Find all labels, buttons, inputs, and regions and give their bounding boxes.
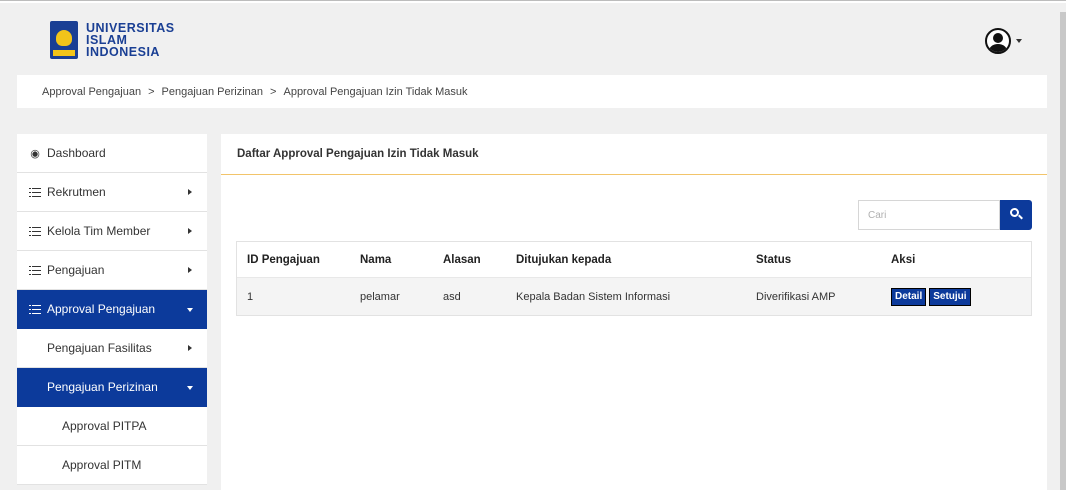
tachometer-icon: ◉ bbox=[30, 147, 40, 160]
detail-button[interactable]: Detail bbox=[891, 287, 927, 306]
column-header: Aksi bbox=[891, 253, 916, 266]
chevron-right-icon bbox=[188, 228, 192, 234]
table-header-row: ID Pengajuan Nama Alasan Ditujukan kepad… bbox=[237, 242, 1031, 278]
approval-panel: Daftar Approval Pengajuan Izin Tidak Mas… bbox=[221, 134, 1047, 490]
list-icon bbox=[29, 187, 41, 197]
sidebar-item-approval-pitpa[interactable]: Approval PITPA bbox=[17, 407, 207, 446]
table-row: 1 pelamar asd Kepala Badan Sistem Inform… bbox=[237, 278, 1031, 315]
column-header: ID Pengajuan bbox=[247, 253, 320, 266]
scrollbar[interactable] bbox=[1060, 12, 1066, 490]
cell-tujuan: Kepala Badan Sistem Informasi bbox=[516, 290, 671, 303]
uii-logo[interactable]: UNIVERSITAS ISLAM INDONESIA bbox=[50, 21, 175, 59]
search-input[interactable] bbox=[858, 200, 1000, 230]
cell-status: Diverifikasi AMP bbox=[756, 290, 836, 303]
sidebar-item-pengajuan-perizinan[interactable]: Pengajuan Perizinan bbox=[17, 368, 207, 407]
column-header: Ditujukan kepada bbox=[516, 253, 612, 266]
sidebar-item-label: Pengajuan Fasilitas bbox=[47, 341, 152, 355]
sidebar-item-approval-pengajuan[interactable]: Approval Pengajuan bbox=[17, 290, 207, 329]
search-button[interactable] bbox=[1000, 200, 1032, 230]
sidebar-item-rekrutmen[interactable]: Rekrutmen bbox=[17, 173, 207, 212]
logo-line-3: INDONESIA bbox=[86, 45, 160, 59]
cell-alasan: asd bbox=[443, 290, 461, 303]
chevron-down-icon[interactable] bbox=[1016, 39, 1022, 43]
chevron-down-icon bbox=[187, 386, 193, 390]
uii-emblem-icon bbox=[50, 21, 78, 59]
breadcrumb-approval-pengajuan[interactable]: Approval Pengajuan bbox=[42, 86, 141, 98]
sidebar-item-label: Kelola Tim Member bbox=[47, 224, 151, 238]
sidebar-item-approval-pitm[interactable]: Approval PITM bbox=[17, 446, 207, 485]
column-header: Nama bbox=[360, 253, 392, 266]
breadcrumb-separator: > bbox=[270, 85, 277, 98]
cell-id: 1 bbox=[247, 290, 254, 303]
sidebar-item-label: Approval PITM bbox=[62, 458, 142, 472]
sidebar-item-label: Pengajuan bbox=[47, 263, 105, 277]
list-icon bbox=[29, 226, 41, 236]
approval-table: ID Pengajuan Nama Alasan Ditujukan kepad… bbox=[236, 241, 1032, 316]
breadcrumb: Approval Pengajuan > Pengajuan Perizinan… bbox=[17, 75, 1047, 108]
chevron-right-icon bbox=[188, 189, 192, 195]
sidebar-item-pengajuan[interactable]: Pengajuan bbox=[17, 251, 207, 290]
sidebar-item-label: Pengajuan Perizinan bbox=[47, 380, 158, 394]
cell-aksi: Detail Setujui bbox=[891, 287, 1031, 306]
sidebar-item-dashboard[interactable]: ◉ Dashboard bbox=[17, 134, 207, 173]
column-header: Alasan bbox=[443, 253, 481, 266]
sidebar-item-label: Approval PITPA bbox=[62, 419, 147, 433]
approve-button[interactable]: Setujui bbox=[929, 287, 971, 306]
sidebar-item-pengajuan-fasilitas[interactable]: Pengajuan Fasilitas bbox=[17, 329, 207, 368]
chevron-right-icon bbox=[188, 345, 192, 351]
column-header: Status bbox=[756, 253, 792, 266]
sidebar-item-label: Approval Pengajuan bbox=[47, 302, 156, 316]
breadcrumb-current: Approval Pengajuan Izin Tidak Masuk bbox=[283, 85, 468, 98]
breadcrumb-separator: > bbox=[148, 85, 155, 98]
user-circle-icon[interactable] bbox=[985, 28, 1011, 54]
breadcrumb-pengajuan-perizinan[interactable]: Pengajuan Perizinan bbox=[162, 86, 264, 98]
header: UNIVERSITAS ISLAM INDONESIA bbox=[0, 3, 1060, 75]
list-icon bbox=[29, 304, 41, 314]
logo-text: UNIVERSITAS ISLAM INDONESIA bbox=[86, 22, 175, 59]
list-icon bbox=[29, 265, 41, 275]
sidebar-item-label: Dashboard bbox=[47, 146, 106, 160]
sidebar-item-label: Rekrutmen bbox=[47, 185, 106, 199]
sidebar-item-kelola-tim-member[interactable]: Kelola Tim Member bbox=[17, 212, 207, 251]
cell-nama: pelamar bbox=[360, 290, 400, 303]
chevron-right-icon bbox=[188, 267, 192, 273]
sidebar: ◉ Dashboard Rekrutmen Kelola Tim Member … bbox=[17, 134, 207, 485]
chevron-down-icon bbox=[187, 308, 193, 312]
panel-title: Daftar Approval Pengajuan Izin Tidak Mas… bbox=[221, 134, 1047, 175]
